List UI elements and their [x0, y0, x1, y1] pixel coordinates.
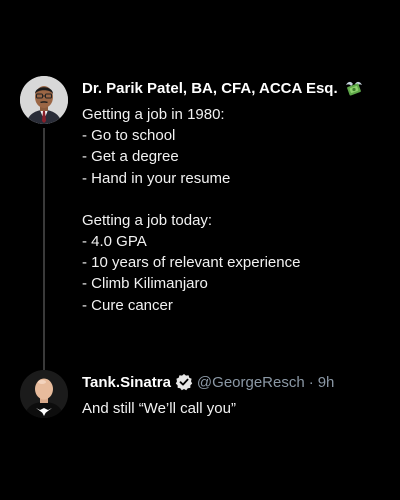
author-name[interactable]: Tank.Sinatra: [82, 374, 171, 391]
tweet-line: - Cure cancer: [82, 296, 173, 314]
thread-connector-line: [43, 128, 45, 370]
avatar[interactable]: [20, 370, 68, 418]
avatar[interactable]: [20, 76, 68, 124]
tweet-text: Getting a job in 1980: - Go to school - …: [82, 104, 387, 316]
author-name[interactable]: Dr. Parik Patel, BA, CFA, ACCA Esq.: [82, 80, 338, 97]
tweet-line: - 10 years of relevant experience: [82, 254, 301, 272]
tweet-text: And still “We’ll call you”: [82, 398, 387, 419]
money-with-wings-icon: [345, 81, 362, 96]
tweet-header: Tank.Sinatra @GeorgeResch · 9h: [82, 372, 388, 392]
tweet-header: Dr. Parik Patel, BA, CFA, ACCA Esq.: [82, 78, 388, 98]
profile-photo-icon: [20, 370, 68, 418]
tweet-line: - Climb Kilimanjaro: [82, 275, 208, 293]
tweet-line: - Hand in your resume: [82, 169, 231, 187]
tweet-line: - Go to school: [82, 127, 176, 145]
verified-badge-icon: [175, 374, 193, 391]
profile-photo-icon: [20, 76, 68, 124]
tweet-line: - 4.0 GPA: [82, 233, 147, 251]
tweet-line: Getting a job in 1980:: [82, 106, 225, 123]
timestamp[interactable]: 9h: [318, 374, 335, 391]
separator-dot: ·: [308, 373, 314, 391]
tweet-line: - Get a degree: [82, 148, 179, 166]
author-handle[interactable]: @GeorgeResch: [197, 374, 305, 391]
tweet-line: Getting a job today:: [82, 211, 213, 229]
tweet-line: And still “We’ll call you”: [82, 400, 236, 417]
